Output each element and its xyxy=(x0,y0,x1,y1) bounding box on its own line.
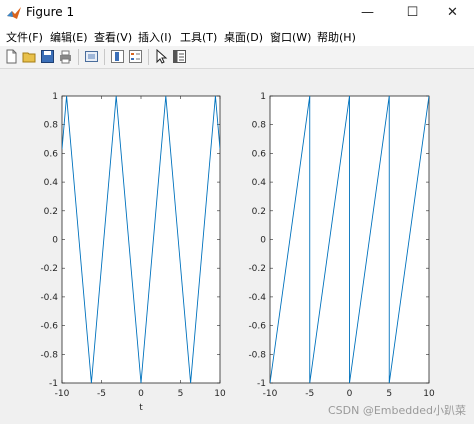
window-title: Figure 1 xyxy=(26,5,75,19)
y-tick-label: 0.8 xyxy=(44,121,59,131)
toolbar-separator xyxy=(148,49,149,65)
y-tick-label: -0.8 xyxy=(40,350,58,360)
y-tick-label: 0.4 xyxy=(44,178,59,188)
y-tick-label: 0.2 xyxy=(44,207,58,217)
menu-desktop[interactable]: 桌面(D) xyxy=(224,29,263,45)
x-tick-label: 5 xyxy=(178,389,184,399)
property-inspector-icon[interactable] xyxy=(172,49,187,64)
y-tick-label: 0 xyxy=(260,236,266,246)
y-tick-label: -0.8 xyxy=(248,350,266,360)
y-tick-label: 1 xyxy=(52,92,58,102)
x-tick-label: -5 xyxy=(97,389,106,399)
close-button[interactable]: ✕ xyxy=(430,0,474,26)
edit-plot-icon[interactable] xyxy=(154,49,169,64)
menu-file[interactable]: 文件(F) xyxy=(6,29,43,45)
close-icon: ✕ xyxy=(447,5,458,20)
toolbar xyxy=(0,46,474,69)
new-figure-icon[interactable] xyxy=(4,49,19,64)
menu-insert[interactable]: 插入(I) xyxy=(138,29,172,45)
open-file-icon[interactable] xyxy=(22,49,37,64)
y-tick-label: -0.2 xyxy=(40,264,58,274)
y-tick-label: 0.8 xyxy=(252,121,267,131)
x-tick-label: -5 xyxy=(305,389,314,399)
watermark-text: CSDN @Embedded小趴菜 xyxy=(328,404,466,417)
title-bar: Figure 1 — ☐ ✕ xyxy=(0,0,474,26)
toolbar-separator xyxy=(78,49,79,65)
menu-edit[interactable]: 编辑(E) xyxy=(50,29,88,45)
x-tick-label: 0 xyxy=(138,389,144,399)
save-icon[interactable] xyxy=(40,49,55,64)
maximize-button[interactable]: ☐ xyxy=(390,0,435,26)
subplot-left[interactable]: -1 -0.8 -0.6 -0.4 -0.2 0 0.2 0.4 0.6 0.8 1 -10 -5 0 5 1… xyxy=(40,92,226,413)
x-tick-label: 0 xyxy=(347,389,353,399)
y-tick-label: -0.2 xyxy=(248,264,266,274)
x-tick-label: 10 xyxy=(423,389,435,399)
menu-view[interactable]: 查看(V) xyxy=(94,29,132,45)
y-tick-label: 0.2 xyxy=(252,207,266,217)
x-axis-label: t xyxy=(139,403,143,413)
menu-window[interactable]: 窗口(W) xyxy=(270,29,311,45)
print-icon[interactable] xyxy=(58,49,73,64)
y-tick-label: -1 xyxy=(257,379,266,389)
subplot-right[interactable]: -1 -0.8 -0.6 -0.4 -0.2 0 0.2 0.4 0.6 0.8 1 -10 -5 0 5 1… xyxy=(248,92,435,399)
maximize-icon: ☐ xyxy=(406,5,419,20)
y-tick-label: -1 xyxy=(49,379,58,389)
y-tick-label: -0.4 xyxy=(248,293,266,303)
x-tick-label: -10 xyxy=(263,389,278,399)
x-tick-label: -10 xyxy=(55,389,70,399)
plots-svg: -1-0.8-0.6-0.4-0.200.20.40.60.81-10 -5 0 5 1… xyxy=(40,92,466,417)
minimize-icon: — xyxy=(361,5,374,20)
insert-colorbar-icon[interactable] xyxy=(110,49,125,64)
y-tick-label: 0.6 xyxy=(44,149,59,159)
insert-legend-icon[interactable] xyxy=(128,49,143,64)
y-tick-label: -0.6 xyxy=(40,322,58,332)
minimize-button[interactable]: — xyxy=(345,0,390,26)
menu-bar: 文件(F) 编辑(E) 查看(V) 插入(I) 工具(T) 桌面(D) 窗口(W… xyxy=(0,26,474,46)
y-tick-label: 0.4 xyxy=(252,178,267,188)
x-tick-label: 10 xyxy=(214,389,226,399)
y-tick-label: -0.6 xyxy=(248,322,266,332)
y-tick-label: 0.6 xyxy=(252,149,267,159)
y-tick-label: 0 xyxy=(52,236,58,246)
figure-canvas: -1 -0.8 -0.6 -0.4 -0.2 0 0.2 0.4 0.6 0.8 1 -10 -5 0 5 1… xyxy=(0,69,474,424)
link-plot-icon[interactable] xyxy=(84,49,99,64)
toolbar-separator xyxy=(104,49,105,65)
y-tick-label: 1 xyxy=(260,92,266,102)
plot-area[interactable] xyxy=(61,95,221,384)
matlab-logo-icon xyxy=(7,7,21,19)
y-tick-label: -0.4 xyxy=(40,293,58,303)
x-tick-label: 5 xyxy=(386,389,392,399)
menu-tools[interactable]: 工具(T) xyxy=(180,29,217,45)
menu-help[interactable]: 帮助(H) xyxy=(317,29,356,45)
